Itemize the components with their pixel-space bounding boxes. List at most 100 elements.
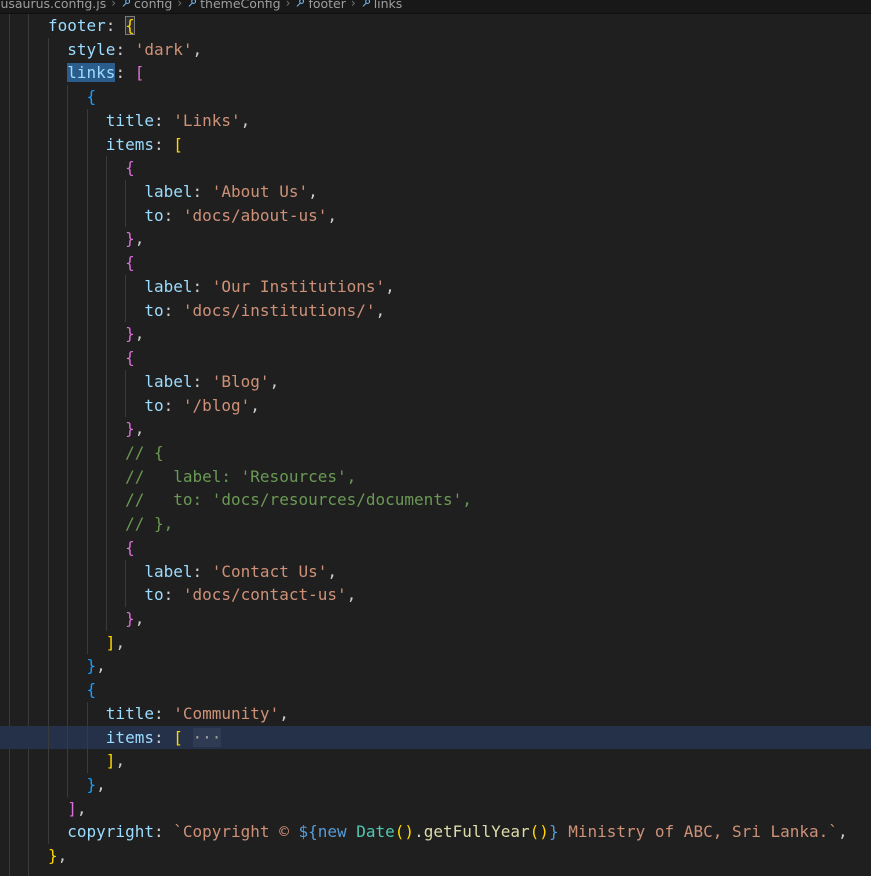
indent-guide (67, 394, 68, 418)
indent-guide (87, 488, 88, 512)
code-token: Ministry of ABC, Sri Lanka.` (559, 822, 838, 841)
code-line[interactable]: { (0, 85, 871, 109)
code-line[interactable]: }, (0, 844, 871, 868)
code-token: getFullYear (424, 822, 530, 841)
code-token: : (106, 16, 125, 35)
indent-guide (48, 109, 49, 133)
code-line[interactable]: }, (0, 607, 871, 631)
code-line[interactable]: links: [ (0, 61, 871, 85)
code-line[interactable]: ], (0, 797, 871, 821)
breadcrumb-item-config[interactable]: config (121, 0, 172, 11)
indent-guide (67, 133, 68, 157)
folded-code-ellipsis[interactable]: ··· (193, 728, 222, 747)
indent-guide (67, 417, 68, 441)
breadcrumb-item-themeconfig[interactable]: themeConfig (187, 0, 281, 11)
indent-guide (87, 607, 88, 631)
code-line[interactable]: ], (0, 631, 871, 655)
code-token: title (106, 111, 154, 130)
code-line[interactable]: }, (0, 417, 871, 441)
indent-guide (106, 417, 107, 441)
breadcrumb-separator: › (176, 0, 183, 10)
breadcrumb-item-footer[interactable]: footer (295, 0, 345, 11)
indent-guide (106, 227, 107, 251)
code-line[interactable]: label: 'About Us', (0, 180, 871, 204)
code-token: () (530, 822, 549, 841)
indent-guide (87, 417, 88, 441)
code-token: items (106, 135, 154, 154)
code-line[interactable]: to: 'docs/institutions/', (0, 299, 871, 323)
breadcrumb-file[interactable]: docusaurus.config.js (0, 0, 106, 11)
code-line[interactable]: title: 'Community', (0, 702, 871, 726)
code-line[interactable]: }, (0, 773, 871, 797)
code-line[interactable]: // to: 'docs/resources/documents', (0, 488, 871, 512)
code-token: 'Contact Us' (212, 562, 328, 581)
breadcrumb: docusaurus.config.js › config › themeConfig… (0, 0, 871, 14)
indent-guide (125, 583, 126, 607)
code-line[interactable]: label: 'Contact Us', (0, 560, 871, 584)
code-line[interactable]: { (0, 346, 871, 370)
code-token: ] (67, 799, 77, 818)
indent-guide (48, 536, 49, 560)
breadcrumb-inner: docusaurus.config.js › config › themeConfig… (0, 0, 402, 13)
indent-guide (67, 85, 68, 109)
code-line[interactable]: }, (0, 322, 871, 346)
code-line[interactable]: // { (0, 441, 871, 465)
indent-guide (48, 180, 49, 204)
code-token: : (154, 704, 173, 723)
indent-guide (106, 394, 107, 418)
indent-guide (106, 370, 107, 394)
code-line[interactable]: footer: { (0, 14, 871, 38)
indent-guide (48, 38, 49, 62)
code-line[interactable]: to: '/blog', (0, 394, 871, 418)
indent-guide (106, 536, 107, 560)
code-token: 'dark' (135, 40, 193, 59)
code-line-highlighted[interactable]: items: [ ··· (0, 726, 871, 750)
indent-guide (106, 512, 107, 536)
code-line[interactable]: // label: 'Resources', (0, 465, 871, 489)
code-line[interactable]: ], (0, 749, 871, 773)
code-line[interactable]: { (0, 251, 871, 275)
indent-guide (48, 726, 49, 750)
code-line[interactable]: to: 'docs/contact-us', (0, 583, 871, 607)
indent-guide (87, 749, 88, 773)
code-token: 'docs/contact-us' (183, 585, 347, 604)
indent-guide (48, 607, 49, 631)
code-token: , (115, 751, 125, 770)
code-token: , (385, 277, 395, 296)
code-line[interactable]: label: 'Blog', (0, 370, 871, 394)
code-line[interactable]: { (0, 156, 871, 180)
indent-guide (125, 204, 126, 228)
indent-guide (67, 204, 68, 228)
code-line[interactable]: style: 'dark', (0, 38, 871, 62)
code-line[interactable]: to: 'docs/about-us', (0, 204, 871, 228)
breadcrumb-separator: › (350, 0, 357, 10)
code-token: , (115, 633, 125, 652)
breadcrumb-item-links[interactable]: links (361, 0, 403, 11)
code-token: [ (135, 63, 145, 82)
indent-guide (106, 465, 107, 489)
code-token: : (193, 562, 212, 581)
wrench-property-icon (121, 0, 131, 8)
breadcrumb-file-label: docusaurus.config.js (0, 0, 106, 11)
code-line[interactable]: }, (0, 654, 871, 678)
code-line[interactable]: }, (0, 227, 871, 251)
indent-guide (87, 133, 88, 157)
code-line[interactable]: copyright: `Copyright © ${new Date().get… (0, 820, 871, 844)
code-line[interactable]: { (0, 536, 871, 560)
code-token: } (125, 324, 135, 343)
code-line[interactable]: title: 'Links', (0, 109, 871, 133)
code-token: } (125, 229, 135, 248)
indent-guide (87, 275, 88, 299)
code-token: , (58, 846, 68, 865)
code-token: , (327, 562, 337, 581)
code-area[interactable]: footer: {style: 'dark',links: [{title: '… (0, 14, 871, 876)
code-line[interactable]: // }, (0, 512, 871, 536)
code-line[interactable]: label: 'Our Institutions', (0, 275, 871, 299)
breadcrumb-separator: › (110, 0, 117, 10)
code-token: : (115, 63, 134, 82)
indent-guide (106, 180, 107, 204)
indent-guide (48, 156, 49, 180)
code-line[interactable]: { (0, 678, 871, 702)
code-line[interactable]: items: [ (0, 133, 871, 157)
indent-guide (87, 441, 88, 465)
